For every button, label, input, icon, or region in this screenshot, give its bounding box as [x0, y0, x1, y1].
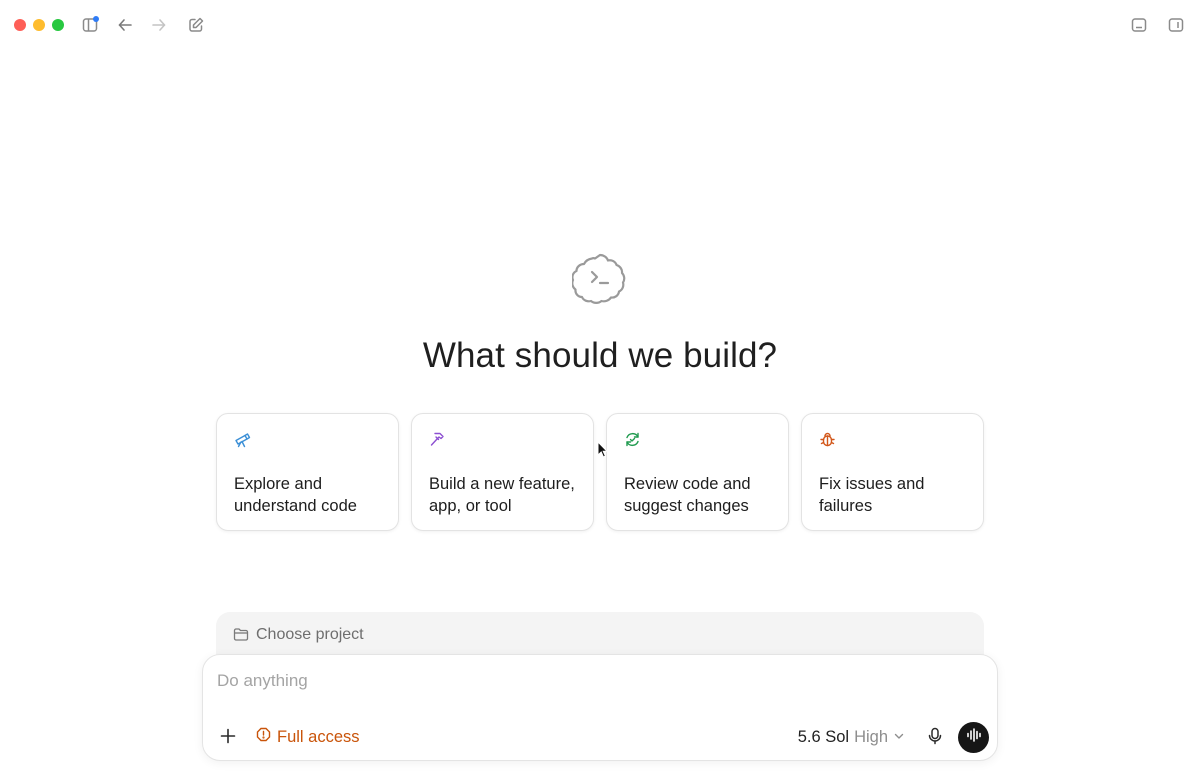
access-label: Full access — [277, 727, 360, 746]
card-label: Build a new feature, app, or tool — [429, 475, 575, 515]
right-panel-icon[interactable] — [1164, 13, 1188, 37]
model-name: 5.6 Sol — [797, 728, 850, 746]
chevron-down-icon — [893, 728, 905, 747]
bug-icon — [819, 431, 836, 448]
traffic-lights — [14, 19, 64, 31]
sidebar-toggle-icon[interactable] — [78, 13, 102, 37]
back-arrow-icon[interactable] — [113, 13, 137, 37]
composer: Full access 5.6 Sol High — [202, 654, 998, 761]
terminal-cloud-icon — [571, 250, 628, 306]
access-mode-button[interactable]: Full access — [256, 727, 360, 747]
model-selector[interactable]: 5.6 Sol High — [798, 728, 905, 747]
telescope-icon — [234, 431, 251, 448]
forward-arrow-icon[interactable] — [147, 13, 171, 37]
card-label: Explore and understand code — [234, 475, 357, 515]
folder-icon — [233, 627, 249, 647]
minimize-window-button[interactable] — [33, 19, 45, 31]
prompt-input[interactable] — [217, 671, 977, 691]
app-window: What should we build? Explore and unders… — [0, 0, 1200, 778]
card-review[interactable]: Review code and suggest changes — [606, 413, 789, 531]
card-fix[interactable]: Fix issues and failures — [801, 413, 984, 531]
model-level: High — [854, 728, 888, 746]
suggestion-cards: Explore and understand code Build a new … — [216, 413, 984, 531]
card-build[interactable]: Build a new feature, app, or tool — [411, 413, 594, 531]
microphone-icon[interactable] — [927, 727, 943, 750]
new-chat-icon[interactable] — [184, 13, 208, 37]
maximize-window-button[interactable] — [52, 19, 64, 31]
hammer-icon — [429, 431, 446, 448]
card-label: Fix issues and failures — [819, 475, 925, 515]
card-label: Review code and suggest changes — [624, 475, 751, 515]
add-attachment-button[interactable] — [219, 727, 237, 745]
warning-icon — [256, 727, 271, 747]
page-title: What should we build? — [422, 336, 778, 375]
mouse-cursor-icon — [597, 440, 609, 463]
bottom-panel-icon[interactable] — [1127, 13, 1151, 37]
card-explore[interactable]: Explore and understand code — [216, 413, 399, 531]
close-window-button[interactable] — [14, 19, 26, 31]
voice-mode-button[interactable] — [958, 722, 989, 753]
notification-dot — [93, 16, 99, 22]
refresh-review-icon — [624, 431, 641, 448]
project-label: Choose project — [256, 626, 364, 643]
waveform-icon — [966, 728, 982, 747]
